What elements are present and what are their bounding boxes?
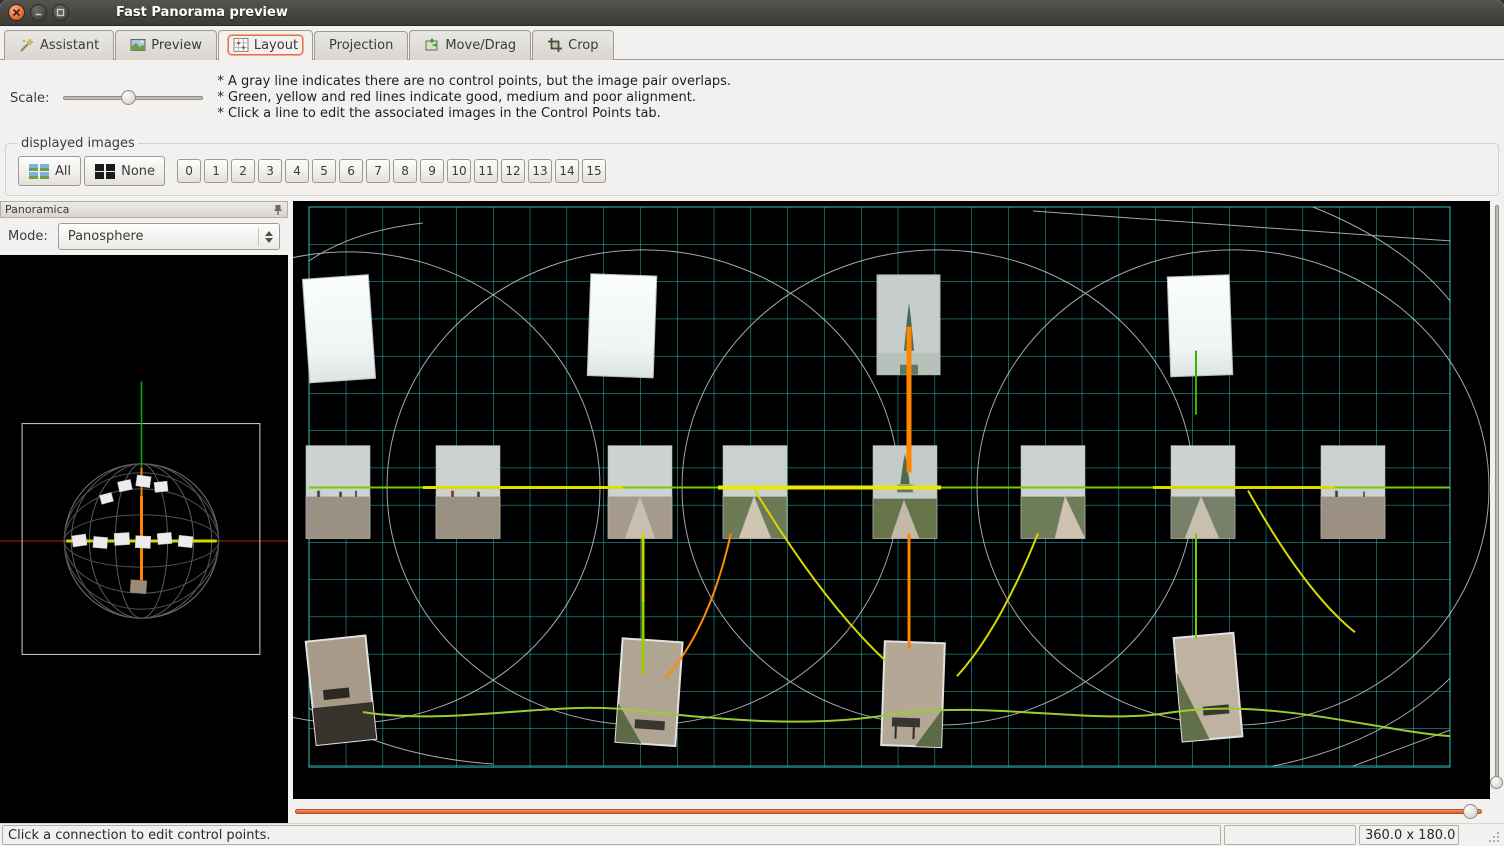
canvas-image-statue-mid[interactable] — [873, 446, 937, 539]
tab-movedrag[interactable]: Move/Drag — [409, 30, 531, 60]
canvas-area — [288, 201, 1504, 823]
close-icon — [12, 8, 21, 17]
maximize-button[interactable] — [52, 4, 69, 21]
minimize-icon — [34, 8, 43, 17]
spinner-arrows-icon — [258, 228, 273, 246]
move-drag-icon — [424, 37, 440, 53]
layout-canvas[interactable] — [293, 201, 1490, 799]
horizontal-slider[interactable] — [293, 799, 1504, 823]
panel-header: Panoramica — [0, 201, 288, 218]
show-none-label: None — [121, 164, 155, 179]
help-text: * A gray line indicates there are no con… — [217, 74, 731, 122]
image-toggle-1[interactable]: 1 — [204, 159, 228, 183]
show-all-icon — [28, 163, 50, 180]
image-toggle-12[interactable]: 12 — [501, 159, 525, 183]
vertical-slider-knob[interactable] — [1490, 776, 1503, 789]
pin-icon[interactable] — [273, 204, 283, 216]
help-line-3: * Click a line to edit the associated im… — [217, 106, 731, 122]
window-title: Fast Panorama preview — [116, 5, 288, 20]
crop-icon — [547, 37, 563, 53]
image-toggle-2[interactable]: 2 — [231, 159, 255, 183]
status-message: Click a connection to edit control point… — [2, 825, 1221, 845]
panosphere-preview[interactable] — [0, 255, 288, 823]
status-bar: Click a connection to edit control point… — [0, 823, 1504, 846]
panosphere-canvas — [0, 255, 288, 823]
image-toggle-7[interactable]: 7 — [366, 159, 390, 183]
scale-section: Scale: * A gray line indicates there are… — [0, 60, 1504, 136]
vertical-slider[interactable] — [1490, 201, 1504, 799]
tab-layout[interactable]: Layout — [218, 30, 313, 60]
show-all-button[interactable]: All — [18, 156, 81, 186]
displayed-images-group: displayed images All Non — [5, 136, 1499, 196]
show-none-icon — [94, 163, 116, 180]
tab-preview[interactable]: Preview — [115, 30, 217, 60]
image-toggle-6[interactable]: 6 — [339, 159, 363, 183]
vertical-slider-track[interactable] — [1495, 205, 1499, 777]
image-toggle-15[interactable]: 15 — [582, 159, 606, 183]
main-area: Panoramica Mode: Panosphere — [0, 201, 1504, 823]
image-toggle-8[interactable]: 8 — [393, 159, 417, 183]
panel-title: Panoramica — [5, 203, 69, 216]
image-toggle-5[interactable]: 5 — [312, 159, 336, 183]
tab-crop[interactable]: Crop — [532, 30, 613, 60]
resize-grip[interactable] — [1462, 825, 1502, 845]
maximize-icon — [56, 8, 65, 17]
tab-bar: Assistant Preview Layou — [0, 26, 1504, 60]
show-none-button[interactable]: None — [84, 156, 165, 186]
scale-slider[interactable] — [63, 89, 203, 107]
tab-label: Assistant — [40, 38, 99, 53]
tab-label: Layout — [254, 38, 298, 53]
preview-icon — [130, 37, 146, 53]
horizontal-slider-knob[interactable] — [1463, 804, 1478, 819]
tab-label: Projection — [329, 38, 393, 53]
tab-label: Preview — [151, 38, 202, 53]
tab-projection[interactable]: Projection — [314, 31, 408, 60]
image-toggle-13[interactable]: 13 — [528, 159, 552, 183]
scale-label: Scale: — [10, 91, 49, 106]
image-toggle-0[interactable]: 0 — [177, 159, 201, 183]
mode-value: Panosphere — [68, 229, 144, 244]
mode-label: Mode: — [8, 229, 48, 244]
show-all-label: All — [55, 164, 71, 179]
layout-icon — [233, 37, 249, 53]
titlebar: Fast Panorama preview — [0, 0, 1504, 26]
image-toggle-11[interactable]: 11 — [474, 159, 498, 183]
tab-label: Move/Drag — [445, 38, 516, 53]
displayed-images-legend: displayed images — [18, 136, 138, 151]
image-toggle-10[interactable]: 10 — [447, 159, 471, 183]
help-line-2: * Green, yellow and red lines indicate g… — [217, 90, 731, 106]
scale-slider-knob[interactable] — [121, 90, 136, 105]
tab-label: Crop — [568, 38, 598, 53]
mode-row: Mode: Panosphere — [0, 218, 288, 255]
status-cell-empty — [1224, 825, 1356, 845]
horizontal-slider-track[interactable] — [295, 809, 1482, 814]
help-line-1: * A gray line indicates there are no con… — [217, 74, 731, 90]
panosphere-panel: Panoramica Mode: Panosphere — [0, 201, 288, 823]
resize-grip-icon — [1487, 830, 1501, 844]
assistant-icon — [19, 37, 35, 53]
panorama-dimensions: 360.0 x 180.0 — [1359, 825, 1459, 845]
image-toggle-9[interactable]: 9 — [420, 159, 444, 183]
image-toggle-4[interactable]: 4 — [285, 159, 309, 183]
mode-select[interactable]: Panosphere — [58, 223, 280, 250]
image-toggle-3[interactable]: 3 — [258, 159, 282, 183]
minimize-button[interactable] — [30, 4, 47, 21]
app-window: Fast Panorama preview Assistant Prev — [0, 0, 1504, 846]
displayed-images-section: displayed images All Non — [0, 136, 1504, 201]
close-button[interactable] — [8, 4, 25, 21]
image-toggle-14[interactable]: 14 — [555, 159, 579, 183]
tab-assistant[interactable]: Assistant — [4, 30, 114, 60]
